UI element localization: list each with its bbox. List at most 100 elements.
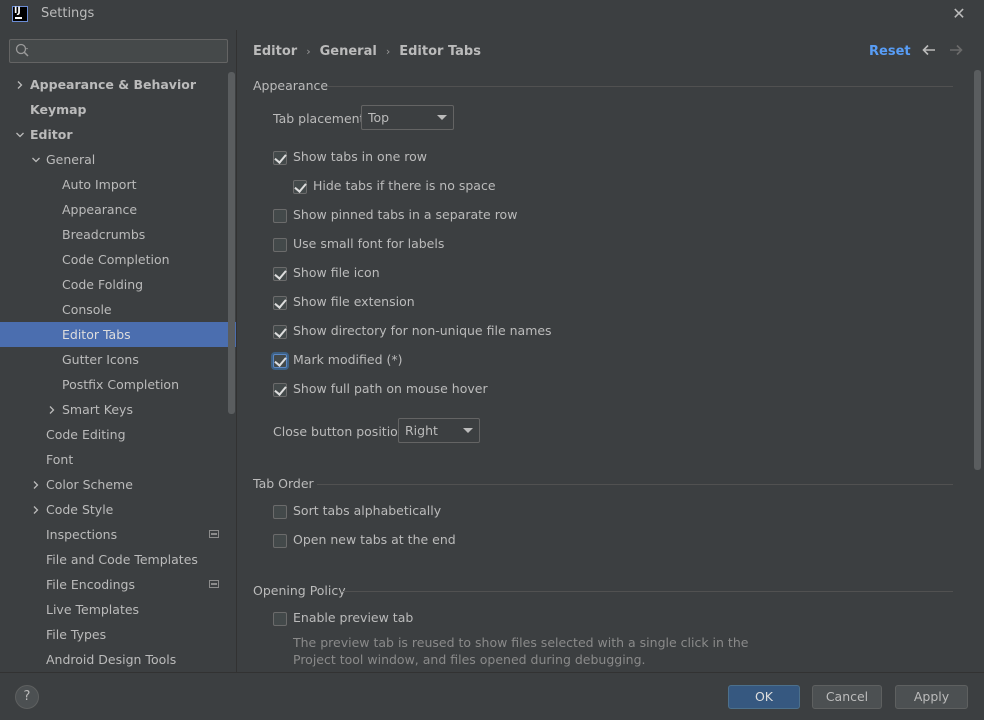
sidebar-item-code-completion[interactable]: Code Completion: [0, 247, 236, 272]
logo-text: IJ: [14, 6, 21, 16]
chevron-right-icon[interactable]: [30, 472, 42, 497]
checkbox-label[interactable]: Enable preview tab: [293, 610, 413, 625]
section-divider: [327, 86, 953, 87]
sidebar-item-label: Appearance & Behavior: [30, 77, 196, 92]
sidebar-item-label: Code Editing: [46, 427, 126, 442]
checkbox[interactable]: [293, 180, 307, 194]
checkbox[interactable]: [273, 383, 287, 397]
sidebar-item-label: Code Folding: [62, 277, 144, 292]
chevron-down-icon[interactable]: [30, 147, 42, 172]
settings-content: Appearance Tab placement: Top Show tabs …: [238, 72, 984, 672]
checkbox-label[interactable]: Show pinned tabs in a separate row: [293, 207, 517, 222]
arrow-right-icon[interactable]: [946, 40, 966, 60]
sidebar-item-color-scheme[interactable]: Color Scheme: [0, 472, 236, 497]
checkbox[interactable]: [273, 209, 287, 223]
checkbox-label[interactable]: Show tabs in one row: [293, 149, 427, 164]
breadcrumb: Editor › General › Editor Tabs: [253, 44, 481, 59]
checkbox-label[interactable]: Open new tabs at the end: [293, 532, 456, 547]
checkbox-label[interactable]: Show file icon: [293, 265, 380, 280]
sidebar-item-live-templates[interactable]: Live Templates: [0, 597, 236, 622]
checkbox-label[interactable]: Show full path on mouse hover: [293, 381, 488, 396]
sidebar-item-auto-import[interactable]: Auto Import: [0, 172, 236, 197]
checkbox-label[interactable]: Hide tabs if there is no space: [313, 178, 496, 193]
sidebar-item-label: Postfix Completion: [62, 377, 179, 392]
reset-link[interactable]: Reset: [869, 44, 911, 59]
checkbox[interactable]: [273, 151, 287, 165]
checkbox[interactable]: [273, 505, 287, 519]
chevron-right-icon[interactable]: [14, 72, 26, 97]
sidebar-item-label: Smart Keys: [62, 402, 133, 417]
sidebar-item-label: Code Style: [46, 502, 114, 517]
settings-main-panel: Editor › General › Editor Tabs Reset Appeara…: [238, 30, 984, 672]
search-input[interactable]: [9, 39, 228, 63]
sidebar-item-gutter-icons[interactable]: Gutter Icons: [0, 347, 236, 372]
section-divider: [317, 484, 953, 485]
chevron-right-icon[interactable]: [46, 397, 58, 422]
chevron-right-icon[interactable]: [30, 497, 42, 522]
sidebar-item-keymap[interactable]: Keymap: [0, 97, 236, 122]
sidebar-item-breadcrumbs[interactable]: Breadcrumbs: [0, 222, 236, 247]
sidebar-scrollbar[interactable]: [228, 72, 235, 414]
sidebar-item-file-encodings[interactable]: File Encodings: [0, 572, 236, 597]
sidebar-item-label: Android Design Tools: [46, 652, 177, 667]
sidebar-item-label: Live Templates: [46, 602, 140, 617]
sidebar-item-label: Breadcrumbs: [62, 227, 146, 242]
sidebar-item-label: Font: [46, 452, 74, 467]
cancel-button[interactable]: Cancel: [812, 685, 882, 709]
checkbox[interactable]: [273, 534, 287, 548]
breadcrumb-item[interactable]: Editor: [253, 44, 297, 59]
checkbox[interactable]: [273, 267, 287, 281]
sidebar-item-editor-tabs[interactable]: Editor Tabs: [0, 322, 236, 347]
sidebar-item-file-and-code-templates[interactable]: File and Code Templates: [0, 547, 236, 572]
arrow-left-icon[interactable]: [919, 40, 939, 60]
checkbox-label[interactable]: Mark modified (*): [293, 352, 403, 367]
close-button-position-select[interactable]: Right: [398, 418, 480, 443]
main-scrollbar[interactable]: [974, 70, 981, 470]
help-button[interactable]: ?: [15, 685, 39, 709]
search-icon: [15, 43, 29, 57]
chevron-down-icon[interactable]: [14, 122, 26, 147]
sidebar-item-smart-keys[interactable]: Smart Keys: [0, 397, 236, 422]
sidebar-item-general[interactable]: General: [0, 147, 236, 172]
breadcrumb-item[interactable]: General: [320, 44, 377, 59]
checkbox-label[interactable]: Show file extension: [293, 294, 415, 309]
close-button-position-label: Close button position:: [273, 424, 410, 439]
checkbox[interactable]: [273, 296, 287, 310]
chevron-right-icon: ›: [306, 45, 311, 58]
sidebar-item-console[interactable]: Console: [0, 297, 236, 322]
checkbox-label[interactable]: Use small font for labels: [293, 236, 444, 251]
tab-placement-select[interactable]: Top: [361, 105, 454, 130]
sidebar-item-label: General: [46, 152, 96, 167]
checkbox-label[interactable]: Show directory for non-unique file names: [293, 323, 552, 338]
sidebar-item-postfix-completion[interactable]: Postfix Completion: [0, 372, 236, 397]
sidebar-item-android-design-tools[interactable]: Android Design Tools: [0, 647, 236, 672]
chevron-down-icon: [463, 428, 473, 433]
chevron-down-icon: [437, 115, 447, 120]
dialog-footer: ? OK Cancel Apply: [0, 672, 984, 720]
checkbox[interactable]: [273, 612, 287, 626]
checkbox[interactable]: [273, 325, 287, 339]
sidebar-item-label: Auto Import: [62, 177, 137, 192]
close-icon[interactable]: ✕: [950, 4, 968, 24]
sidebar-item-label: Appearance: [62, 202, 138, 217]
preview-tab-help-text: The preview tab is reused to show files …: [293, 635, 749, 667]
sidebar-item-editor[interactable]: Editor: [0, 122, 236, 147]
sidebar-item-font[interactable]: Font: [0, 447, 236, 472]
project-settings-icon: [209, 530, 219, 538]
sidebar-item-code-editing[interactable]: Code Editing: [0, 422, 236, 447]
apply-button[interactable]: Apply: [895, 685, 968, 709]
ok-button[interactable]: OK: [728, 685, 800, 709]
sidebar-item-appearance-behavior[interactable]: Appearance & Behavior: [0, 72, 236, 97]
sidebar-item-label: Editor: [30, 127, 73, 142]
sidebar-item-code-folding[interactable]: Code Folding: [0, 272, 236, 297]
sidebar-item-appearance[interactable]: Appearance: [0, 197, 236, 222]
sidebar-item-code-style[interactable]: Code Style: [0, 497, 236, 522]
sidebar-item-inspections[interactable]: Inspections: [0, 522, 236, 547]
settings-sidebar: Appearance & Behavior Keymap Editor General…: [0, 30, 237, 672]
sidebar-item-file-types[interactable]: File Types: [0, 622, 236, 647]
checkbox[interactable]: [273, 354, 287, 368]
checkbox[interactable]: [273, 238, 287, 252]
checkbox-label[interactable]: Sort tabs alphabetically: [293, 503, 441, 518]
project-settings-icon: [209, 580, 219, 588]
sidebar-item-label: Console: [62, 302, 112, 317]
